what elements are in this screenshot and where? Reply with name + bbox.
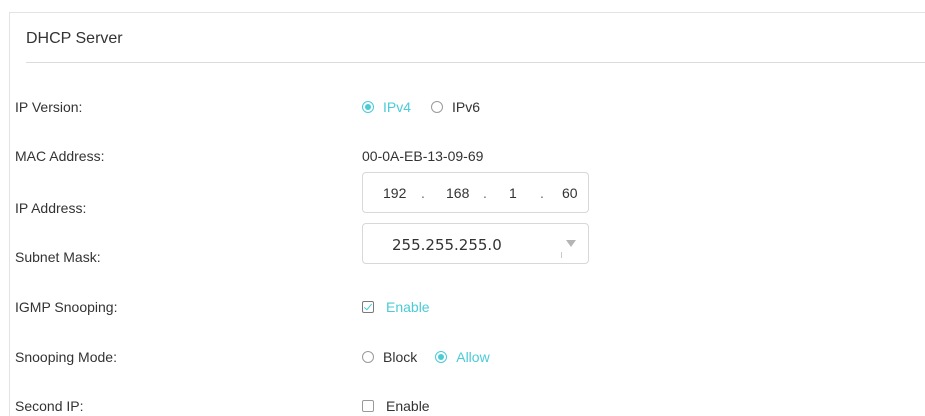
ip-octet-4[interactable]: 60 (562, 185, 578, 201)
ipv6-label[interactable]: IPv6 (452, 99, 480, 115)
second-ip-control: Enable (362, 398, 430, 414)
chevron-down-icon[interactable] (566, 240, 576, 247)
block-radio[interactable] (362, 351, 374, 363)
ipv6-radio[interactable] (431, 101, 444, 113)
subnet-mask-value: 255.255.255.0 (392, 236, 502, 254)
allow-label[interactable]: Allow (456, 349, 489, 365)
ip-version-options: IPv4 IPv6 (362, 99, 500, 115)
ip-dot-2: . (483, 185, 487, 201)
mac-address-value: 00-0A-EB-13-09-69 (362, 148, 484, 164)
ip-octet-1[interactable]: 192 (383, 185, 406, 201)
subnet-mask-select[interactable]: 255.255.255.0 (362, 223, 589, 264)
igmp-snooping-enable-label[interactable]: Enable (386, 299, 430, 315)
title-divider (26, 62, 925, 63)
ip-dot-3: . (540, 185, 544, 201)
second-ip-enable-label[interactable]: Enable (386, 398, 430, 414)
ipv4-radio[interactable] (362, 101, 374, 113)
allow-radio[interactable] (435, 351, 448, 363)
ipv4-label[interactable]: IPv4 (383, 99, 411, 115)
ip-dot-1: . (421, 185, 425, 201)
second-ip-label: Second IP: (15, 398, 84, 414)
igmp-snooping-control: Enable (362, 299, 430, 315)
select-separator (561, 252, 562, 258)
ip-octet-3[interactable]: 1 (509, 185, 517, 201)
mac-address-label: MAC Address: (15, 148, 105, 164)
ip-address-label: IP Address: (15, 200, 87, 216)
section-title: DHCP Server (26, 30, 123, 47)
ip-address-input[interactable]: 192 . 168 . 1 . 60 (362, 172, 589, 213)
igmp-snooping-checkbox[interactable] (362, 301, 374, 313)
ip-octet-2[interactable]: 168 (446, 185, 469, 201)
snooping-mode-label: Snooping Mode: (15, 349, 117, 365)
second-ip-checkbox[interactable] (362, 400, 374, 412)
ip-version-label: IP Version: (15, 99, 83, 115)
subnet-mask-label: Subnet Mask: (15, 249, 101, 265)
igmp-snooping-label: IGMP Snooping: (15, 299, 118, 315)
snooping-mode-options: Block Allow (362, 349, 510, 365)
block-label[interactable]: Block (383, 349, 417, 365)
